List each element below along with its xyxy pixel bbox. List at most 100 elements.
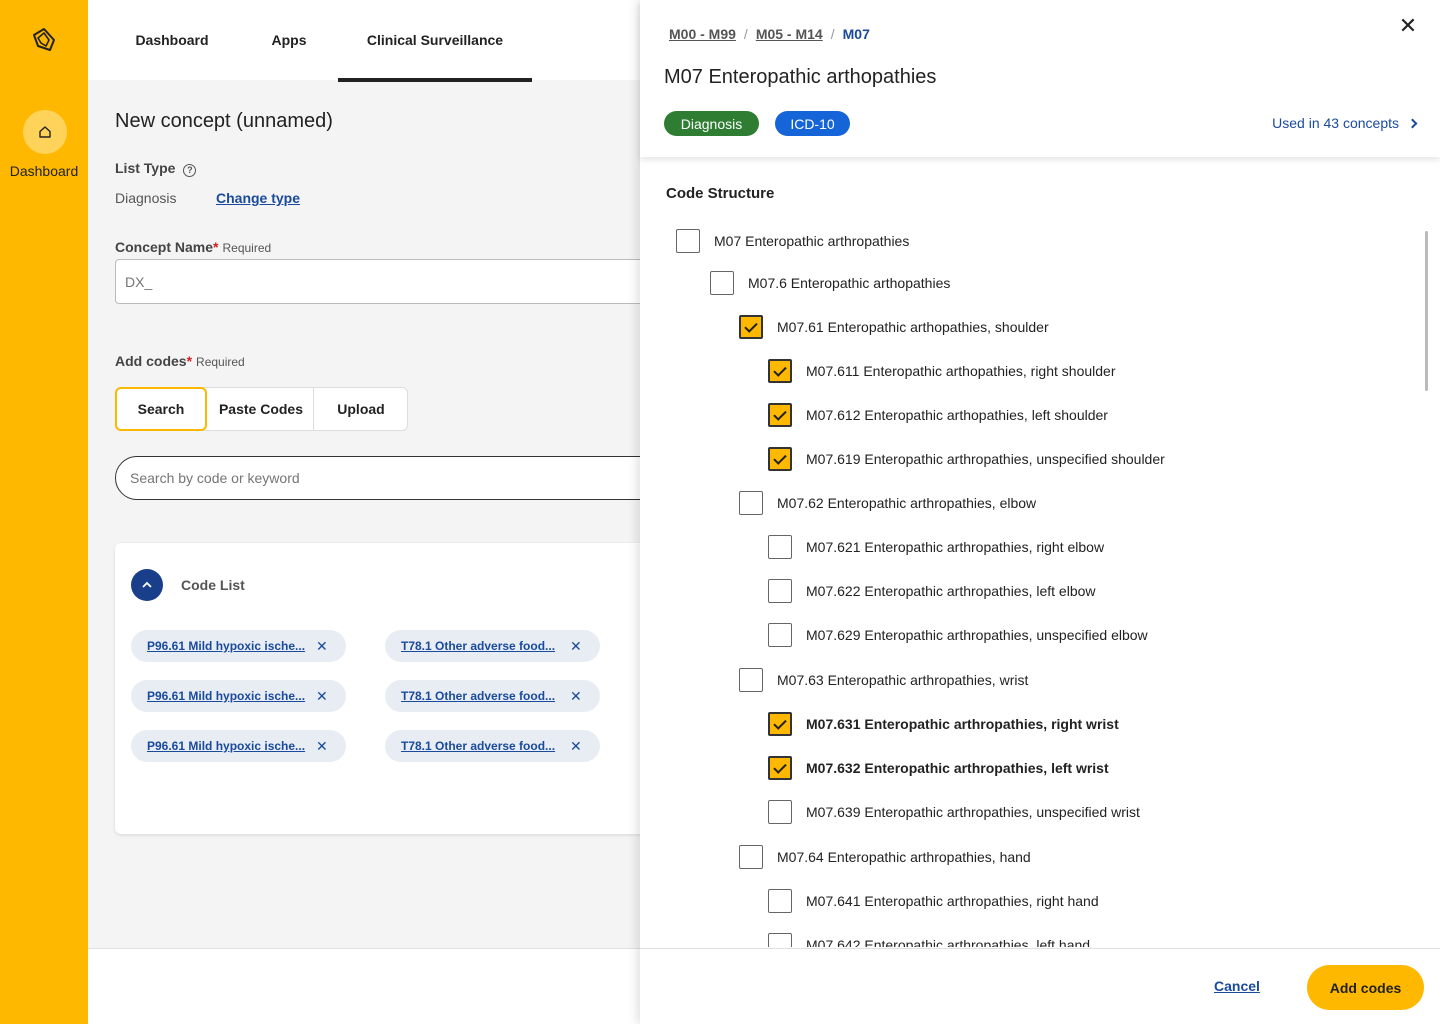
code-chip-link[interactable]: T78.1 Other adverse food... — [401, 639, 561, 653]
tree-row-label: M07.641 Enteropathic arthropathies, righ… — [806, 893, 1099, 909]
paste-codes-button[interactable]: Paste Codes — [208, 387, 314, 431]
code-chip-link[interactable]: P96.61 Mild hypoxic ische... — [147, 639, 307, 653]
tree-row-label: M07.631 Enteropathic arthropathies, righ… — [806, 716, 1119, 732]
tree-row-label: M07.63 Enteropathic arthropathies, wrist — [777, 672, 1029, 688]
checkbox-checked[interactable] — [739, 315, 763, 339]
concept-name-input[interactable] — [115, 259, 675, 304]
breadcrumb-separator: / — [830, 26, 835, 42]
add-codes-method-selector: Search Paste Codes Upload — [115, 387, 408, 431]
tree-row-label: M07.639 Enteropathic arthropathies, unsp… — [806, 804, 1140, 820]
used-in-concepts-text: Used in 43 concepts — [1272, 115, 1399, 131]
code-structure-title: Code Structure — [666, 185, 775, 202]
tree-row[interactable]: M07.619 Enteropathic arthropathies, unsp… — [768, 447, 1165, 471]
tree-row-label: M07.642 Enteropathic arthropathies, left… — [806, 937, 1091, 947]
tree-row[interactable]: M07.64 Enteropathic arthropathies, hand — [739, 845, 1031, 869]
collapse-button[interactable] — [131, 569, 163, 601]
tree-row[interactable]: M07.612 Enteropathic arthopathies, left … — [768, 403, 1108, 427]
tree-row-label: M07.61 Enteropathic arthopathies, should… — [777, 319, 1049, 335]
checkbox-checked[interactable] — [768, 447, 792, 471]
tree-row[interactable]: M07.621 Enteropathic arthropathies, righ… — [768, 535, 1104, 559]
code-chip: P96.61 Mild hypoxic ische... ✕ — [131, 630, 346, 662]
breadcrumb-link-block[interactable]: M05 - M14 — [756, 26, 823, 42]
checkbox[interactable] — [710, 271, 734, 295]
remove-chip-icon[interactable]: ✕ — [570, 688, 582, 704]
required-text: Required — [196, 355, 245, 369]
tree-row[interactable]: M07.641 Enteropathic arthropathies, righ… — [768, 889, 1099, 913]
list-type-label: List Type? — [115, 160, 197, 177]
code-chip-link[interactable]: P96.61 Mild hypoxic ische... — [147, 739, 307, 753]
checkbox[interactable] — [768, 889, 792, 913]
tree-row-label: M07.629 Enteropathic arthropathies, unsp… — [806, 627, 1148, 643]
tree-row[interactable]: M07.6 Enteropathic arthopathies — [710, 271, 950, 295]
breadcrumb: M00 - M99 / M05 - M14 / M07 — [669, 26, 870, 42]
remove-chip-icon[interactable]: ✕ — [316, 638, 328, 654]
tree-row[interactable]: M07.63 Enteropathic arthropathies, wrist — [739, 668, 1028, 692]
chevron-right-icon — [1407, 118, 1418, 128]
tab-clinical-surveillance[interactable]: Clinical Surveillance — [338, 0, 532, 82]
tree-row[interactable]: M07.622 Enteropathic arthropathies, left… — [768, 579, 1096, 603]
code-chip-link[interactable]: P96.61 Mild hypoxic ische... — [147, 689, 307, 703]
change-type-link[interactable]: Change type — [216, 190, 300, 206]
scrollbar[interactable] — [1425, 231, 1428, 391]
tree-row[interactable]: M07.631 Enteropathic arthropathies, righ… — [768, 712, 1119, 736]
code-search-input[interactable] — [115, 456, 675, 500]
tree-row-label: M07.62 Enteropathic arthropathies, elbow — [777, 495, 1037, 511]
tree-row-label: M07 Enteropathic arthropathies — [714, 233, 910, 249]
breadcrumb-current: M07 — [842, 26, 870, 42]
left-rail: Dashboard — [0, 0, 88, 1024]
page-title: New concept (unnamed) — [115, 110, 333, 132]
remove-chip-icon[interactable]: ✕ — [570, 638, 582, 654]
checkbox[interactable] — [739, 668, 763, 692]
checkbox-checked[interactable] — [768, 403, 792, 427]
breadcrumb-separator: / — [743, 26, 748, 42]
tree-row[interactable]: M07 Enteropathic arthropathies — [676, 229, 909, 253]
tree-row[interactable]: M07.611 Enteropathic arthopathies, right… — [768, 359, 1116, 383]
tree-row-label: M07.622 Enteropathic arthropathies, left… — [806, 583, 1096, 599]
tab-dashboard[interactable]: Dashboard — [116, 0, 228, 80]
checkbox[interactable] — [768, 535, 792, 559]
drawer-body: Code Structure M07 Enteropathic arthropa… — [640, 157, 1440, 947]
tab-apps[interactable]: Apps — [252, 0, 326, 80]
code-chip: P96.61 Mild hypoxic ische... ✕ — [131, 680, 346, 712]
drawer-header: M00 - M99 / M05 - M14 / M07 ✕ M07 Entero… — [640, 0, 1440, 157]
checkbox[interactable] — [739, 491, 763, 515]
used-in-concepts-link[interactable]: Used in 43 concepts — [1272, 115, 1418, 131]
checkbox-checked[interactable] — [768, 712, 792, 736]
required-text: Required — [222, 241, 272, 255]
search-method-button[interactable]: Search — [115, 387, 207, 431]
add-codes-label-text: Add codes — [115, 353, 187, 369]
tree-row[interactable]: M07.642 Enteropathic arthropathies, left… — [768, 933, 1090, 947]
breadcrumb-link-chapter[interactable]: M00 - M99 — [669, 26, 736, 42]
tree-row[interactable]: M07.632 Enteropathic arthropathies, left… — [768, 756, 1109, 780]
upload-button[interactable]: Upload — [314, 387, 408, 431]
tree-row[interactable]: M07.62 Enteropathic arthropathies, elbow — [739, 491, 1036, 515]
remove-chip-icon[interactable]: ✕ — [316, 738, 328, 754]
checkbox-checked[interactable] — [768, 756, 792, 780]
code-chip-link[interactable]: T78.1 Other adverse food... — [401, 739, 561, 753]
close-icon[interactable]: ✕ — [1396, 14, 1420, 38]
remove-chip-icon[interactable]: ✕ — [570, 738, 582, 754]
code-list-card: Code List P96.61 Mild hypoxic ische... ✕ … — [115, 543, 675, 834]
tree-row[interactable]: M07.639 Enteropathic arthropathies, unsp… — [768, 800, 1140, 824]
tree-row[interactable]: M07.629 Enteropathic arthropathies, unsp… — [768, 623, 1148, 647]
rail-dashboard-label[interactable]: Dashboard — [0, 163, 88, 179]
remove-chip-icon[interactable]: ✕ — [316, 688, 328, 704]
checkbox[interactable] — [768, 800, 792, 824]
help-icon[interactable]: ? — [183, 164, 197, 177]
checkbox[interactable] — [768, 579, 792, 603]
checkbox[interactable] — [739, 845, 763, 869]
tree-row[interactable]: M07.61 Enteropathic arthopathies, should… — [739, 315, 1049, 339]
list-type-label-text: List Type — [115, 160, 176, 176]
chevron-up-icon — [142, 581, 152, 588]
checkbox-checked[interactable] — [768, 359, 792, 383]
checkbox[interactable] — [768, 623, 792, 647]
code-chip-link[interactable]: T78.1 Other adverse food... — [401, 689, 561, 703]
app-logo-icon[interactable] — [30, 26, 58, 54]
checkbox[interactable] — [768, 933, 792, 947]
add-codes-button[interactable]: Add codes — [1307, 965, 1424, 1010]
code-chip: T78.1 Other adverse food... ✕ — [385, 730, 600, 762]
code-chip: T78.1 Other adverse food... ✕ — [385, 630, 600, 662]
cancel-button[interactable]: Cancel — [1214, 978, 1260, 994]
checkbox[interactable] — [676, 229, 700, 253]
rail-dashboard-button[interactable] — [23, 110, 67, 154]
